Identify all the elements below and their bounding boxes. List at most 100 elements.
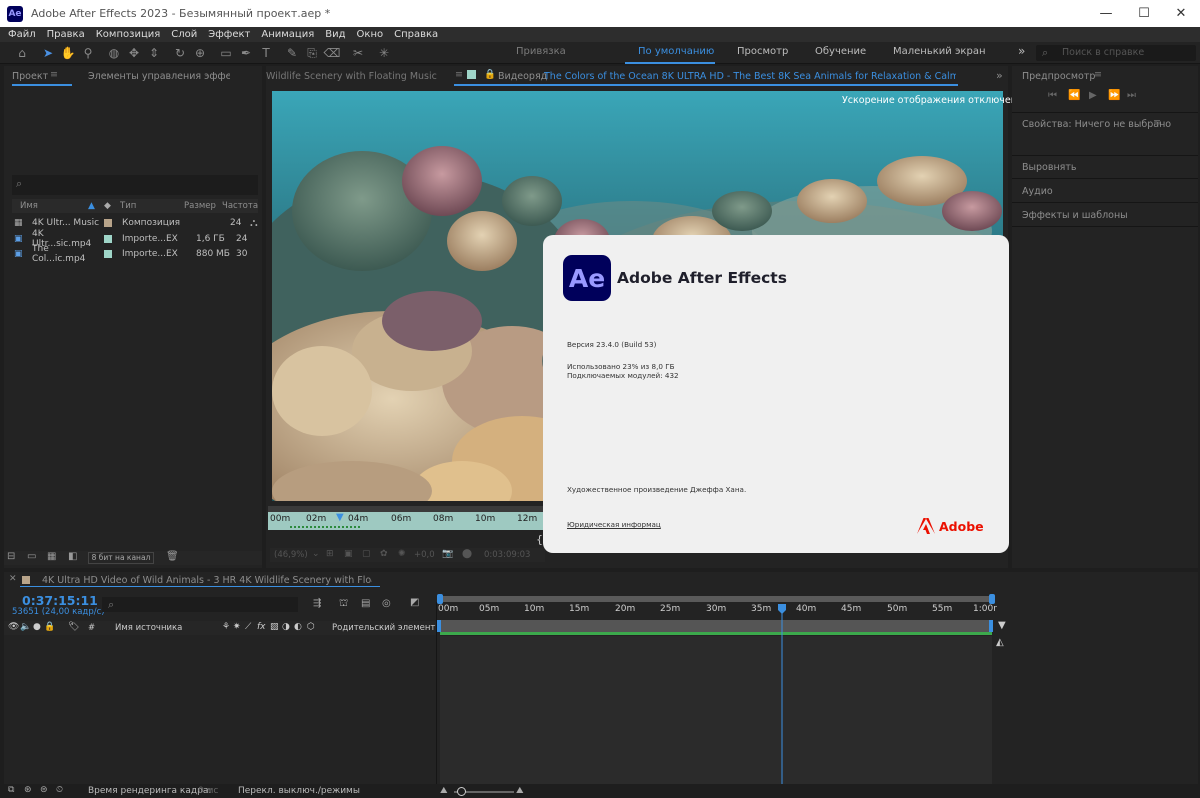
pen-tool-icon[interactable]: ✒ bbox=[238, 45, 254, 61]
properties-menu-icon[interactable]: ≡ bbox=[1153, 117, 1161, 128]
menu-layer[interactable]: Слой bbox=[171, 29, 197, 40]
lock-icon[interactable]: 🔒 bbox=[484, 69, 496, 80]
type-tool-icon[interactable]: T bbox=[258, 45, 274, 61]
eraser-tool-icon[interactable]: ⌫ bbox=[324, 45, 341, 61]
brush-tool-icon[interactable]: ✎ bbox=[284, 45, 300, 61]
comp-viewer-tab[interactable]: Wildlife Scenery with Floating Music bbox=[266, 71, 444, 82]
roto-tool-icon[interactable]: ✂ bbox=[350, 45, 366, 61]
effects-switch-label[interactable]: fx bbox=[257, 622, 266, 632]
toggle-switches-modes-button[interactable]: Перекл. выключ./режимы bbox=[238, 786, 360, 796]
timeline-search-box[interactable]: ⌕ bbox=[102, 597, 298, 612]
quality-switch-icon[interactable]: ⟋ bbox=[245, 622, 251, 632]
viewer-zoom-value[interactable]: (46,9%) bbox=[274, 550, 308, 560]
last-frame-icon[interactable]: ⏭ bbox=[1127, 90, 1136, 101]
show-snapshot-icon[interactable]: ⬤ bbox=[462, 549, 472, 559]
dolly-tool-icon[interactable]: ⇕ bbox=[146, 45, 162, 61]
close-button[interactable]: ✕ bbox=[1162, 0, 1200, 27]
project-search-box[interactable]: ⌕ bbox=[12, 175, 258, 195]
timeline-comp-tab[interactable]: 4K Ultra HD Video of Wild Animals - 3 HR… bbox=[42, 575, 372, 586]
preview-panel-title[interactable]: Предпросмотр bbox=[1022, 71, 1095, 82]
motion-blur-icon[interactable]: ◎ bbox=[382, 598, 391, 609]
rectangle-tool-icon[interactable]: ▭ bbox=[218, 45, 234, 61]
zoom-tool-icon[interactable]: ⚲ bbox=[80, 45, 96, 61]
menu-edit[interactable]: Правка bbox=[47, 29, 85, 40]
minimize-button[interactable]: — bbox=[1087, 0, 1125, 27]
first-frame-icon[interactable]: ⏮ bbox=[1048, 90, 1057, 101]
new-composition-icon[interactable]: ▦ bbox=[47, 551, 56, 562]
new-folder-icon[interactable]: ▭ bbox=[27, 551, 36, 562]
viewer-overflow-icon[interactable]: » bbox=[996, 69, 1003, 82]
properties-panel-title[interactable]: Свойства: Ничего не выбрано bbox=[1022, 119, 1171, 130]
layer-number-column[interactable]: # bbox=[88, 623, 95, 633]
3d-layer-switch-icon[interactable]: ⬡ bbox=[307, 622, 315, 632]
source-name-column[interactable]: Имя источника bbox=[115, 623, 182, 633]
menu-file[interactable]: Файл bbox=[8, 29, 36, 40]
solo-icon[interactable]: ● bbox=[33, 622, 41, 632]
video-visibility-icon[interactable]: 👁 bbox=[8, 622, 19, 632]
menu-composition[interactable]: Композиция bbox=[96, 29, 161, 40]
trash-icon[interactable]: 🗑 bbox=[166, 551, 179, 562]
previous-frame-icon[interactable]: ⏪ bbox=[1068, 90, 1080, 101]
menu-help[interactable]: Справка bbox=[394, 29, 438, 40]
hand-tool-icon[interactable]: ✋ bbox=[60, 45, 76, 61]
workspace-overflow-icon[interactable]: » bbox=[1018, 44, 1025, 58]
fit-view-icon[interactable]: ⊞ bbox=[326, 549, 334, 559]
safe-margins-icon[interactable]: ▣ bbox=[344, 549, 353, 559]
sort-up-icon[interactable]: ▲ bbox=[88, 201, 95, 211]
shy-layers-icon[interactable]: ⛫ bbox=[339, 598, 348, 611]
snapshot-icon[interactable]: 📷 bbox=[442, 549, 453, 559]
audio-panel-title[interactable]: Аудио bbox=[1022, 186, 1053, 197]
clone-tool-icon[interactable]: ⎘ bbox=[304, 45, 320, 61]
comp-button-icon[interactable]: ▼ bbox=[998, 620, 1006, 631]
comp-mini-flowchart-icon[interactable]: ⇶ bbox=[313, 598, 321, 609]
motion-blur-switch-icon[interactable]: ◑ bbox=[282, 622, 290, 632]
label-column-icon[interactable]: 🏷 bbox=[68, 622, 79, 632]
legal-notices-link[interactable]: Юридическая информац bbox=[567, 520, 661, 529]
workspace-learn[interactable]: Обучение bbox=[815, 46, 866, 57]
help-search-box[interactable]: ⌕ Поиск в справке bbox=[1036, 45, 1196, 61]
channel-icon[interactable]: ✿ bbox=[380, 549, 388, 559]
next-frame-icon[interactable]: ⏩ bbox=[1108, 90, 1120, 101]
project-menu-icon[interactable]: ≡ bbox=[50, 69, 58, 80]
puppet-tool-icon[interactable]: ✳ bbox=[376, 45, 392, 61]
frame-blending-icon[interactable]: ▤ bbox=[361, 598, 370, 609]
align-panel-title[interactable]: Выровнять bbox=[1022, 162, 1077, 173]
viewer-playhead-icon[interactable]: ▼ bbox=[336, 512, 344, 523]
anchor-tool-icon[interactable]: ⊕ bbox=[192, 45, 208, 61]
timeline-playhead[interactable] bbox=[440, 602, 992, 784]
viewer-timecode[interactable]: 0:03:09:03 bbox=[484, 550, 530, 560]
exposure-value[interactable]: +0,0 bbox=[414, 550, 435, 560]
expand-in-out-icon[interactable]: ⊜ bbox=[40, 785, 48, 795]
parent-column[interactable]: Родительский элемент ... bbox=[332, 623, 446, 633]
workspace-small-screen[interactable]: Маленький экран bbox=[893, 46, 986, 57]
collapse-switch-icon[interactable]: ✷ bbox=[233, 622, 241, 632]
tab-project[interactable]: Проект bbox=[12, 71, 48, 82]
adjustment-switch-icon[interactable]: ◐ bbox=[294, 622, 302, 632]
orbit-tool-icon[interactable]: ◍ bbox=[106, 45, 122, 61]
play-icon[interactable]: ▶ bbox=[1089, 90, 1097, 101]
workspace-review[interactable]: Просмотр bbox=[737, 46, 788, 57]
in-point-bracket-icon[interactable]: { bbox=[536, 533, 543, 546]
column-type[interactable]: Тип bbox=[120, 201, 136, 211]
flowchart-icon[interactable]: ⛬ bbox=[250, 216, 258, 230]
close-tab-icon[interactable]: ✕ bbox=[9, 574, 17, 584]
interpret-footage-icon[interactable]: ⊟ bbox=[7, 551, 15, 562]
pan-tool-icon[interactable]: ✥ bbox=[126, 45, 142, 61]
column-size[interactable]: Размер bbox=[184, 201, 216, 211]
lock-column-icon[interactable]: 🔒 bbox=[44, 622, 55, 632]
effects-presets-panel-title[interactable]: Эффекты и шаблоны bbox=[1022, 210, 1128, 221]
render-time-icon[interactable]: ⏲ bbox=[56, 785, 63, 795]
menu-effect[interactable]: Эффект bbox=[208, 29, 250, 40]
menu-view[interactable]: Вид bbox=[325, 29, 345, 40]
footage-name-tab[interactable]: The Colors of the Ocean 8K ULTRA HD - Th… bbox=[544, 71, 956, 82]
comp-marker-bin-icon[interactable]: ◭ bbox=[996, 637, 1004, 648]
expand-layer-switches-icon[interactable]: ⧉ bbox=[8, 785, 14, 795]
column-rate[interactable]: Частота ... bbox=[222, 201, 258, 211]
graph-editor-icon[interactable]: ◩ bbox=[410, 597, 419, 608]
rotate-tool-icon[interactable]: ↻ bbox=[172, 45, 188, 61]
maximize-button[interactable]: ☐ bbox=[1125, 0, 1163, 27]
tab-effect-controls[interactable]: Элементы управления эффектами bbox=[88, 71, 230, 82]
exposure-icon[interactable]: ✺ bbox=[398, 549, 406, 559]
home-icon[interactable]: ⌂ bbox=[14, 45, 30, 61]
viewer-zoom-dropdown-icon[interactable]: ⌄ bbox=[312, 549, 320, 559]
